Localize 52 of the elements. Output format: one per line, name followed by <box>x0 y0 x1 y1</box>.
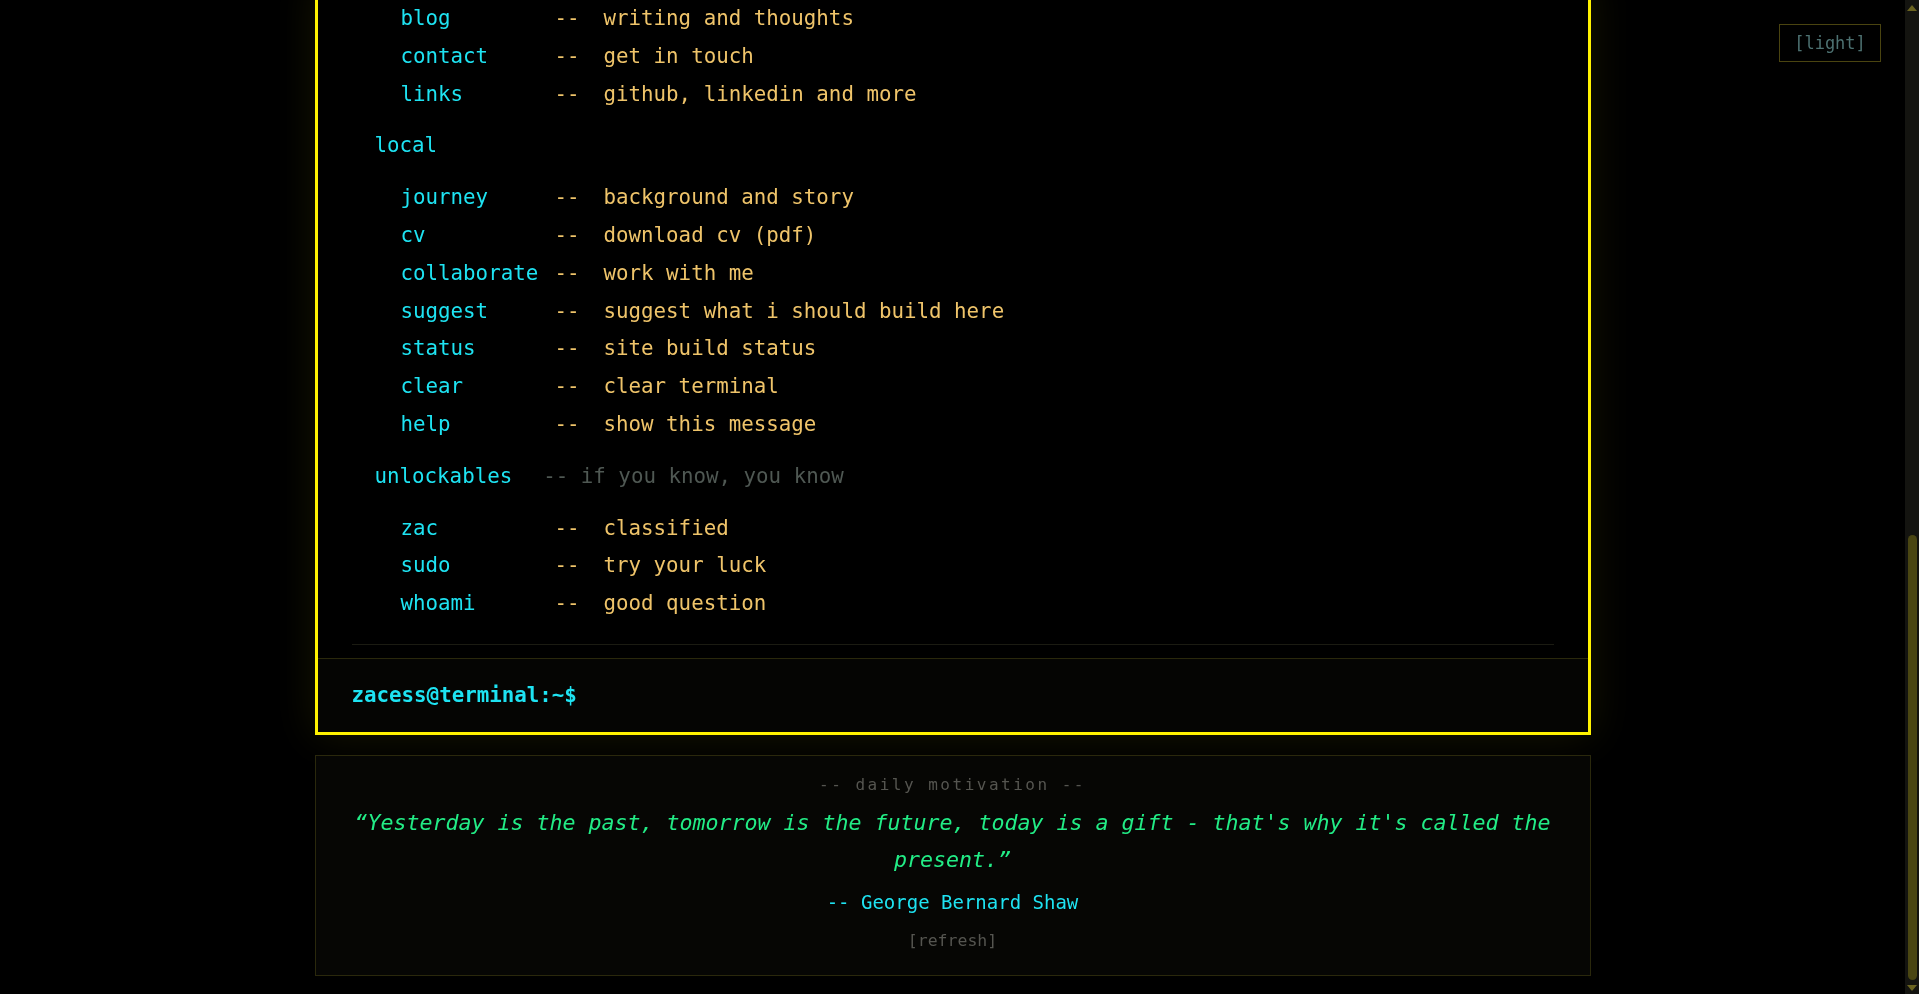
command-name: status <box>400 335 476 363</box>
separator-text: -- <box>554 259 580 287</box>
command-description: site build status <box>603 335 817 363</box>
separator-text: -- <box>554 222 580 249</box>
command-description: try your luck <box>603 552 767 580</box>
command-description: get in touch <box>603 42 754 70</box>
command-description: github, linkedin and more <box>603 80 917 108</box>
separator-text: -- <box>554 5 580 32</box>
command-name: links <box>400 80 464 108</box>
command-name: contact <box>400 42 489 70</box>
command-name: journey <box>400 184 489 212</box>
command-name: clear <box>400 373 464 401</box>
command-description: clear terminal <box>603 373 779 401</box>
command-name: whoami <box>400 590 476 618</box>
command-name: help <box>400 410 451 438</box>
separator-text: -- <box>554 184 580 212</box>
command-description: download cv (pdf) <box>603 222 817 249</box>
command-description: show this message <box>603 410 817 438</box>
separator-text: -- <box>554 514 580 542</box>
separator-text: -- <box>554 335 580 363</box>
command-description: classified <box>603 514 729 542</box>
separator-text: -- <box>554 373 580 401</box>
separator-text: -- <box>554 42 580 70</box>
separator-text: -- <box>554 552 580 580</box>
separator-text: -- <box>554 590 580 618</box>
scroll-down-icon[interactable] <box>1907 985 1917 991</box>
section-title: local <box>374 132 438 160</box>
section-title: unlockables <box>374 462 513 490</box>
scrollbar-thumb[interactable] <box>1907 535 1917 980</box>
command-name: suggest <box>400 297 489 325</box>
command-description: suggest what i should build here <box>603 297 1005 325</box>
command-name: blog <box>400 5 451 32</box>
separator-text: -- <box>554 80 580 108</box>
command-name: zac <box>400 514 439 542</box>
prompt-label: zacess@terminal:~$ <box>351 682 577 710</box>
command-name: sudo <box>400 552 451 580</box>
command-description: writing and thoughts <box>603 5 854 32</box>
scrollbar-track[interactable] <box>1905 0 1919 994</box>
quote-text: “Yesterday is the past, tomorrow is the future, today is a gift - that's why it's called the present.” <box>353 809 1552 875</box>
refresh-button[interactable]: [refresh] <box>907 930 998 953</box>
quote-author: -- George Bernard Shaw <box>826 890 1079 916</box>
command-name: collaborate <box>400 259 539 287</box>
separator-text: -- <box>554 297 580 325</box>
quote-heading: -- daily motivation -- <box>819 774 1086 797</box>
command-name: cv <box>400 222 426 249</box>
theme-toggle-button[interactable]: [light] <box>1779 24 1881 62</box>
section-note: -- if you know, you know <box>543 462 844 490</box>
scroll-up-icon[interactable] <box>1907 5 1917 11</box>
separator-text: -- <box>554 410 580 438</box>
command-description: work with me <box>603 259 754 287</box>
command-description: good question <box>603 590 767 618</box>
command-description: background and story <box>603 184 854 212</box>
